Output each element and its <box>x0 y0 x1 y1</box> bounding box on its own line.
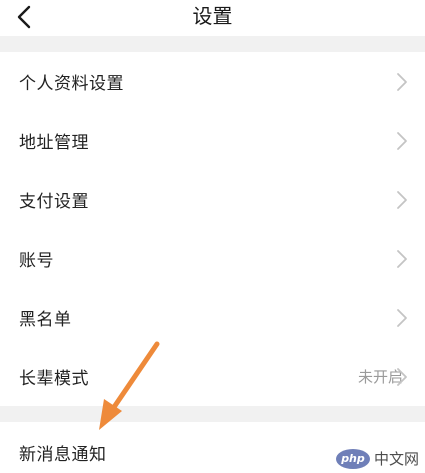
settings-item-blacklist[interactable]: 黑名单 <box>0 288 425 347</box>
watermark-text: 中文网 <box>373 450 419 468</box>
settings-item-label: 支付设置 <box>19 192 89 211</box>
chevron-right-icon <box>397 249 407 268</box>
settings-item-label: 长辈模式 <box>19 369 89 388</box>
settings-item-label: 地址管理 <box>19 133 89 152</box>
settings-item-label: 黑名单 <box>19 310 72 329</box>
settings-item-address[interactable]: 地址管理 <box>0 111 425 170</box>
section-divider <box>0 406 425 422</box>
chevron-right-icon <box>397 131 407 150</box>
settings-item-elder-mode[interactable]: 长辈模式 未开启 <box>0 347 425 406</box>
settings-item-payment[interactable]: 支付设置 <box>0 170 425 229</box>
settings-item-label: 账号 <box>19 251 54 270</box>
watermark: php 中文网 <box>335 448 419 469</box>
chevron-right-icon <box>397 190 407 209</box>
chevron-right-icon <box>397 308 407 327</box>
php-logo-icon: php <box>335 448 370 469</box>
settings-item-account[interactable]: 账号 <box>0 229 425 288</box>
chevron-right-icon <box>397 72 407 91</box>
settings-page: 设置 个人资料设置 地址管理 支付设置 账号 黑名单 长辈模式 未开启 新消息通… <box>0 0 425 473</box>
chevron-right-icon <box>397 367 407 386</box>
settings-item-label: 新消息通知 <box>19 445 107 464</box>
settings-item-label: 个人资料设置 <box>19 74 124 93</box>
page-title: 设置 <box>192 6 233 28</box>
settings-list: 个人资料设置 地址管理 支付设置 账号 黑名单 长辈模式 未开启 <box>0 52 425 406</box>
nav-header: 设置 <box>0 0 425 36</box>
section-divider <box>0 36 425 52</box>
settings-item-profile[interactable]: 个人资料设置 <box>0 52 425 111</box>
